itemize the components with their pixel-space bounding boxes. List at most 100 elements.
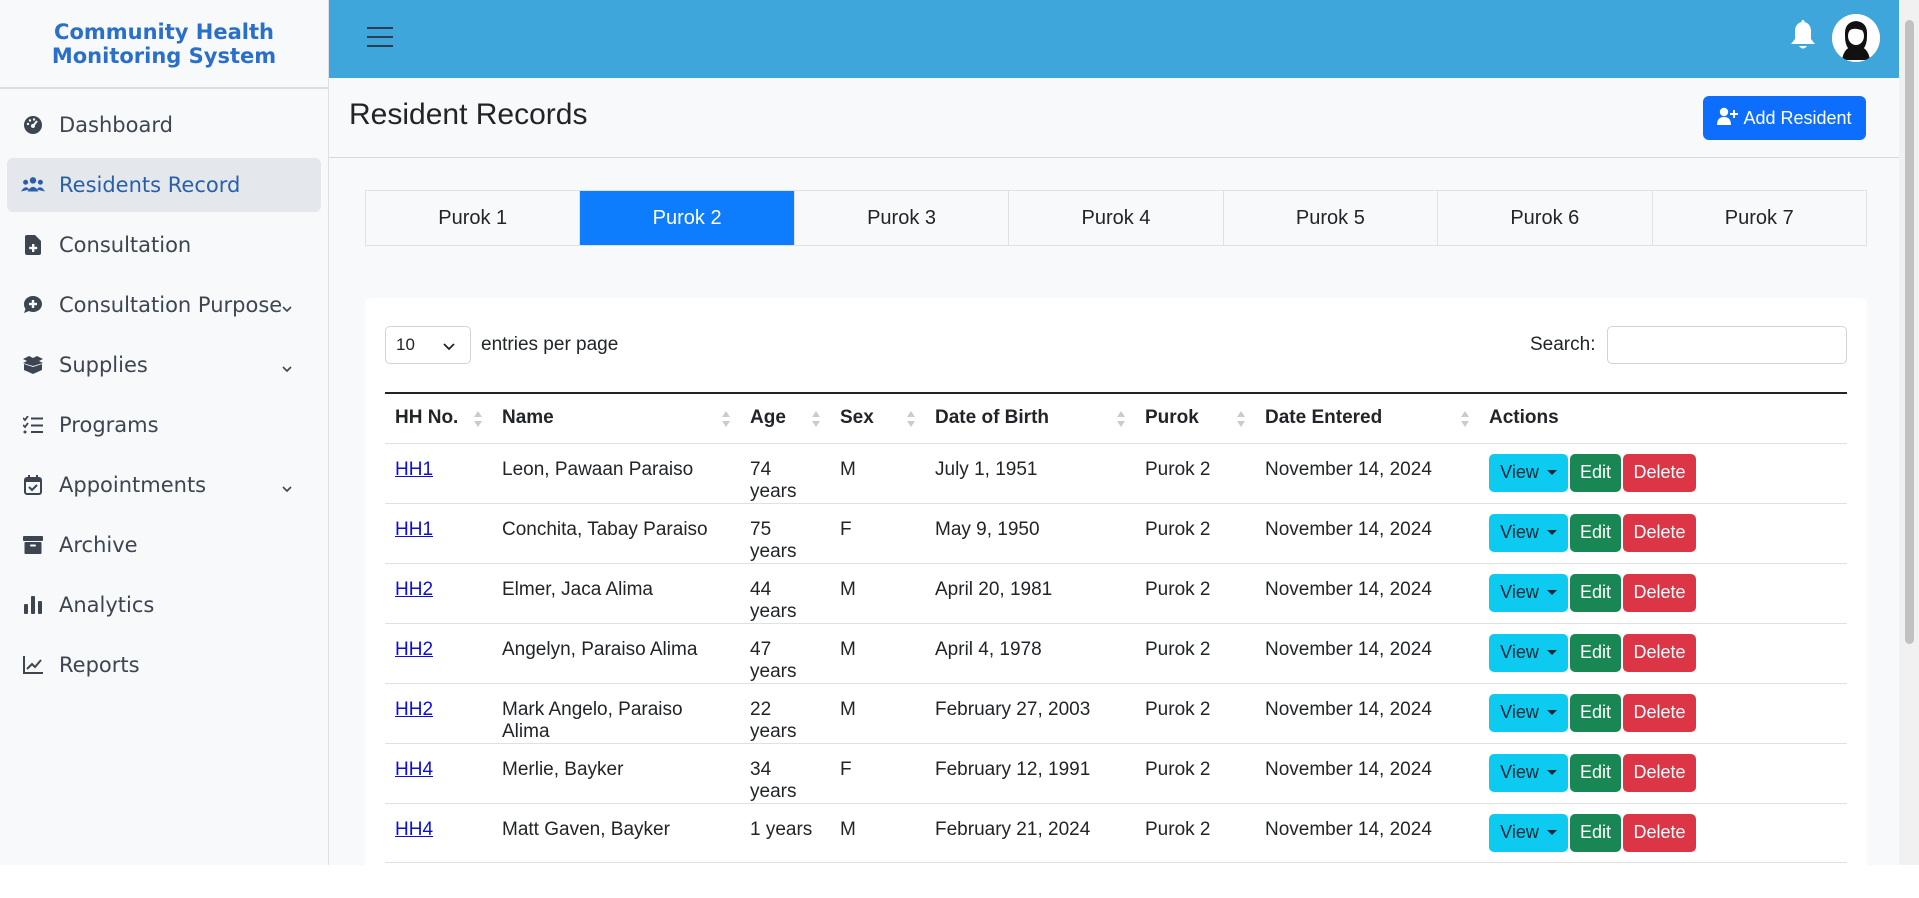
column-header-age[interactable]: Age (740, 392, 830, 444)
column-header-purok[interactable]: Purok (1135, 392, 1255, 444)
cell-dob: April 4, 1978 (925, 623, 1135, 684)
tab-purok-4[interactable]: Purok 4 (1009, 191, 1224, 245)
household-link[interactable]: HH1 (395, 519, 433, 540)
edit-button[interactable]: Edit (1570, 513, 1621, 552)
brand-logo[interactable]: Community Health Monitoring System (0, 0, 328, 89)
page-scrollbar[interactable] (1899, 0, 1919, 865)
table-row: HH1 Leon, Pawaan Paraiso 74 years M July… (385, 443, 1847, 504)
cell-age: 22 years (740, 683, 830, 744)
view-dropdown-button[interactable]: View (1489, 573, 1568, 612)
cell-age: 34 years (740, 743, 830, 804)
cell-age: 47 years (740, 623, 830, 684)
caret-down-icon (1546, 830, 1557, 835)
sidebar-item-appointments[interactable]: Appointments (7, 458, 321, 512)
household-link[interactable]: HH2 (395, 639, 433, 660)
column-header-sex[interactable]: Sex (830, 392, 925, 444)
sidebar-item-label: Consultation Purpose (59, 293, 283, 317)
cell-date-entered: November 14, 2024 (1255, 443, 1479, 504)
tab-purok-6[interactable]: Purok 6 (1438, 191, 1653, 245)
view-dropdown-button[interactable]: View (1489, 513, 1568, 552)
view-dropdown-button[interactable]: View (1489, 753, 1568, 792)
sidebar-item-analytics[interactable]: Analytics (7, 578, 321, 632)
household-link[interactable]: HH2 (395, 579, 433, 600)
sidebar-item-supplies[interactable]: Supplies (7, 338, 321, 392)
view-dropdown-button[interactable]: View (1489, 633, 1568, 672)
tab-purok-5[interactable]: Purok 5 (1224, 191, 1439, 245)
cell-dob: February 12, 1991 (925, 743, 1135, 804)
boxes-icon (21, 353, 45, 377)
main-content: Purok 1 Purok 2 Purok 3 Purok 4 Purok 5 … (329, 158, 1899, 898)
sidebar-item-label: Appointments (59, 473, 207, 497)
column-header-date-entered[interactable]: Date Entered (1255, 392, 1479, 444)
household-link[interactable]: HH4 (395, 819, 433, 840)
sidebar-item-archive[interactable]: Archive (7, 518, 321, 572)
cell-name: Merlie, Bayker (492, 743, 740, 804)
delete-button[interactable]: Delete (1623, 813, 1696, 852)
household-link[interactable]: HH2 (395, 699, 433, 720)
entries-value: 10 (396, 335, 415, 354)
delete-button[interactable]: Delete (1623, 693, 1696, 732)
user-avatar[interactable] (1832, 14, 1880, 62)
sidebar-item-reports[interactable]: Reports (7, 638, 321, 692)
line-chart-icon (21, 653, 45, 677)
cell-purok: Purok 2 (1135, 443, 1255, 504)
brand-line-1: Community Health (54, 19, 274, 44)
edit-button[interactable]: Edit (1570, 753, 1621, 792)
sort-icon (1117, 411, 1125, 427)
entries-label: entries per page (481, 334, 619, 355)
tab-purok-2[interactable]: Purok 2 (580, 191, 795, 245)
sort-icon (907, 411, 915, 427)
delete-button[interactable]: Delete (1623, 513, 1696, 552)
notification-bell-icon[interactable] (1789, 20, 1817, 57)
sidebar-item-consultation[interactable]: Consultation (7, 218, 321, 272)
sort-icon (474, 411, 482, 427)
view-dropdown-button[interactable]: View (1489, 813, 1568, 852)
cell-purok: Purok 2 (1135, 503, 1255, 564)
comment-medical-icon (21, 293, 45, 317)
search-label: Search: (1530, 334, 1596, 355)
edit-button[interactable]: Edit (1570, 453, 1621, 492)
search-input[interactable] (1607, 326, 1847, 364)
caret-down-icon (1546, 770, 1557, 775)
delete-button[interactable]: Delete (1623, 633, 1696, 672)
edit-button[interactable]: Edit (1570, 693, 1621, 732)
scrollbar-thumb[interactable] (1905, 20, 1914, 644)
sidebar-item-residents-record[interactable]: Residents Record (7, 158, 321, 212)
sidebar-item-consultation-purpose[interactable]: Consultation Purpose (7, 278, 321, 332)
view-dropdown-button[interactable]: View (1489, 693, 1568, 732)
sidebar-item-label: Residents Record (59, 173, 241, 197)
edit-button[interactable]: Edit (1570, 633, 1621, 672)
column-header-hh-no[interactable]: HH No. (385, 392, 492, 444)
cell-date-entered: November 14, 2024 (1255, 683, 1479, 744)
chevron-down-icon (281, 476, 293, 500)
delete-button[interactable]: Delete (1623, 453, 1696, 492)
cell-purok: Purok 2 (1135, 623, 1255, 684)
menu-toggle-icon[interactable] (367, 27, 393, 49)
edit-button[interactable]: Edit (1570, 573, 1621, 612)
sidebar-item-programs[interactable]: Programs (7, 398, 321, 452)
sidebar-item-dashboard[interactable]: Dashboard (7, 98, 321, 152)
view-dropdown-button[interactable]: View (1489, 453, 1568, 492)
household-link[interactable]: HH4 (395, 759, 433, 780)
tab-purok-1[interactable]: Purok 1 (366, 191, 581, 245)
table-row: HH2 Elmer, Jaca Alima 44 years M April 2… (385, 563, 1847, 624)
cell-name: Leon, Pawaan Paraiso (492, 443, 740, 504)
tab-purok-7[interactable]: Purok 7 (1653, 191, 1866, 245)
add-resident-button[interactable]: Add Resident (1703, 96, 1866, 140)
column-header-date-of-birth[interactable]: Date of Birth (925, 392, 1135, 444)
delete-button[interactable]: Delete (1623, 753, 1696, 792)
table-row: HH2 Angelyn, Paraiso Alima 47 years M Ap… (385, 623, 1847, 684)
tab-purok-3[interactable]: Purok 3 (795, 191, 1010, 245)
household-link[interactable]: HH1 (395, 459, 433, 480)
cell-dob: February 27, 2003 (925, 683, 1135, 744)
chevron-down-icon (281, 296, 293, 320)
cell-sex: F (830, 743, 925, 804)
sort-icon (812, 411, 820, 427)
cell-sex: M (830, 563, 925, 624)
delete-button[interactable]: Delete (1623, 573, 1696, 612)
sidebar-item-label: Supplies (59, 353, 148, 377)
column-header-name[interactable]: Name (492, 392, 740, 444)
entries-per-page-select[interactable]: 10 (385, 326, 471, 364)
edit-button[interactable]: Edit (1570, 813, 1621, 852)
cell-age: 44 years (740, 563, 830, 624)
